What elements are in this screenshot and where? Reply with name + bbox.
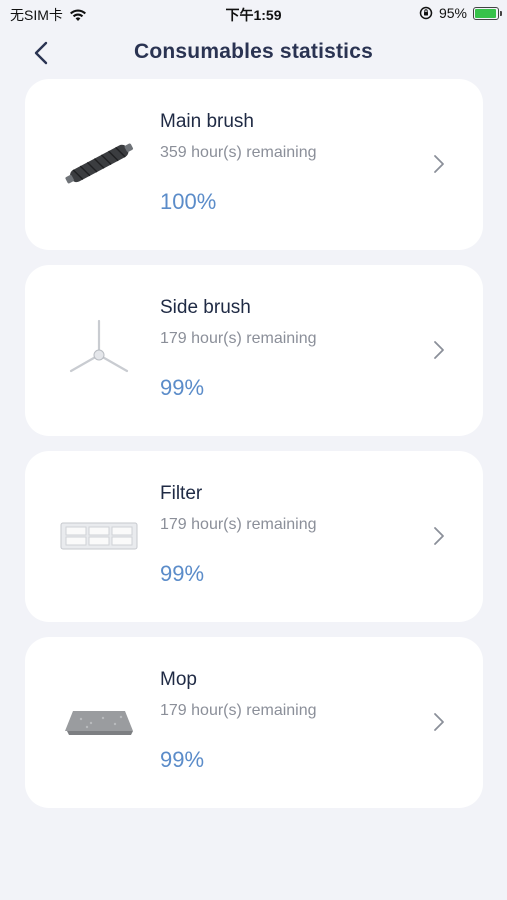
consumable-percent: 100%: [160, 189, 217, 214]
consumable-card-mop[interactable]: Mop 179 hour(s) remaining 99%: [25, 637, 483, 808]
consumable-card-filter[interactable]: Filter 179 hour(s) remaining 99%: [25, 451, 483, 622]
battery-percent: 95%: [438, 5, 467, 21]
chevron-right-icon: [434, 155, 444, 173]
status-right: 95%: [419, 5, 502, 21]
consumable-remaining: 179 hour(s) remaining: [160, 702, 317, 719]
main-brush-icon: [65, 143, 134, 184]
consumable-card-main-brush[interactable]: Main brush 359 hour(s) remaining 100%: [25, 79, 483, 250]
consumable-card-side-brush[interactable]: Side brush 179 hour(s) remaining 99%: [25, 265, 483, 436]
chevron-right-icon: [434, 527, 444, 545]
consumable-name: Side brush: [160, 297, 251, 318]
battery-icon: [473, 6, 502, 20]
consumable-remaining: 179 hour(s) remaining: [160, 330, 317, 347]
consumable-percent: 99%: [160, 375, 205, 400]
consumable-name: Main brush: [160, 111, 254, 132]
page-title: Consumables statistics: [134, 40, 373, 63]
consumable-name: Filter: [160, 483, 203, 504]
side-brush-icon: [69, 319, 129, 373]
consumable-percent: 99%: [160, 561, 205, 586]
consumable-percent: 99%: [160, 747, 205, 772]
consumable-name: Mop: [160, 669, 197, 690]
filter-icon: [60, 522, 138, 550]
orientation-lock-icon: [419, 6, 433, 20]
consumable-remaining: 359 hour(s) remaining: [160, 144, 317, 161]
status-bar: 无SIM卡 下午1:59 95%: [0, 0, 507, 28]
chevron-right-icon: [434, 713, 444, 731]
consumable-remaining: 179 hour(s) remaining: [160, 516, 317, 533]
mop-icon: [65, 711, 133, 735]
nav-bar: Consumables statistics: [0, 30, 507, 76]
battery-fill: [475, 8, 496, 18]
chevron-right-icon: [434, 341, 444, 359]
